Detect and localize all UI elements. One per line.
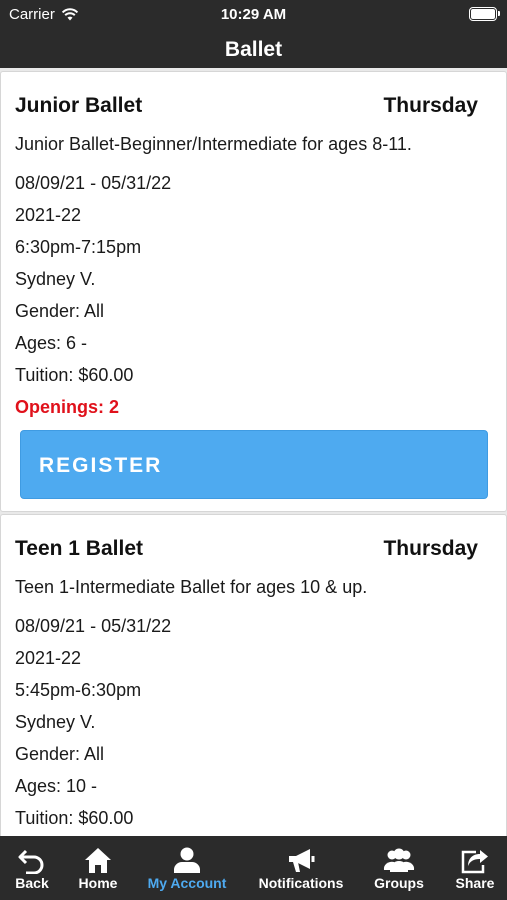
tab-label: Groups: [374, 875, 424, 891]
tab-label: Home: [78, 875, 118, 891]
class-tuition: Tuition: $60.00: [15, 808, 134, 828]
tab-share[interactable]: Share: [443, 836, 507, 900]
class-gender: Gender: All: [15, 744, 105, 764]
back-arrow-icon: [18, 849, 44, 874]
class-day: Thursday: [383, 94, 478, 117]
tab-my-account[interactable]: My Account: [138, 836, 236, 900]
class-instructor: Sydney V.: [15, 712, 96, 732]
home-icon: [85, 848, 111, 873]
class-season: 2021-22: [15, 205, 82, 225]
class-description: Teen 1-Intermediate Ballet for ages 10 &…: [15, 577, 368, 597]
nav-bar: Ballet: [0, 28, 507, 68]
megaphone-icon: [289, 849, 315, 872]
clock: 10:29 AM: [220, 6, 287, 23]
class-dates: 08/09/21 - 05/31/22: [15, 173, 172, 193]
class-ages: Ages: 6 -: [15, 333, 88, 353]
class-ages: Ages: 10 -: [15, 776, 98, 796]
tab-label: Back: [15, 875, 49, 891]
tab-label: My Account: [147, 875, 227, 891]
class-card: Junior Ballet Thursday Junior Ballet-Beg…: [0, 71, 507, 512]
tab-bar: Back Home My Account Notifications Group…: [0, 836, 507, 900]
class-openings: Openings: 2: [15, 397, 120, 417]
class-gender: Gender: All: [15, 301, 105, 321]
tab-notifications[interactable]: Notifications: [252, 836, 350, 900]
tab-label: Share: [455, 875, 495, 891]
group-icon: [383, 848, 415, 872]
class-description: Junior Ballet-Beginner/Intermediate for …: [15, 134, 412, 154]
person-icon: [174, 847, 200, 873]
battery-icon: [469, 7, 500, 21]
class-name: Teen 1 Ballet: [15, 537, 143, 560]
class-time: 6:30pm-7:15pm: [15, 237, 142, 257]
class-tuition: Tuition: $60.00: [15, 365, 134, 385]
page-title: Ballet: [224, 38, 283, 61]
tab-back[interactable]: Back: [0, 836, 64, 900]
share-icon: [461, 850, 488, 874]
class-time: 5:45pm-6:30pm: [15, 680, 142, 700]
tab-label: Notifications: [258, 875, 344, 891]
class-list[interactable]: Junior Ballet Thursday Junior Ballet-Beg…: [0, 68, 507, 836]
tab-home[interactable]: Home: [66, 836, 130, 900]
class-day: Thursday: [383, 537, 478, 560]
class-card: Teen 1 Ballet Thursday Teen 1-Intermedia…: [0, 514, 507, 836]
class-dates: 08/09/21 - 05/31/22: [15, 616, 172, 636]
status-bar: Carrier 10:29 AM: [0, 0, 507, 28]
class-name: Junior Ballet: [15, 94, 143, 117]
class-instructor: Sydney V.: [15, 269, 96, 289]
class-season: 2021-22: [15, 648, 82, 668]
tab-groups[interactable]: Groups: [360, 836, 438, 900]
register-button[interactable]: REGISTER: [20, 430, 488, 499]
